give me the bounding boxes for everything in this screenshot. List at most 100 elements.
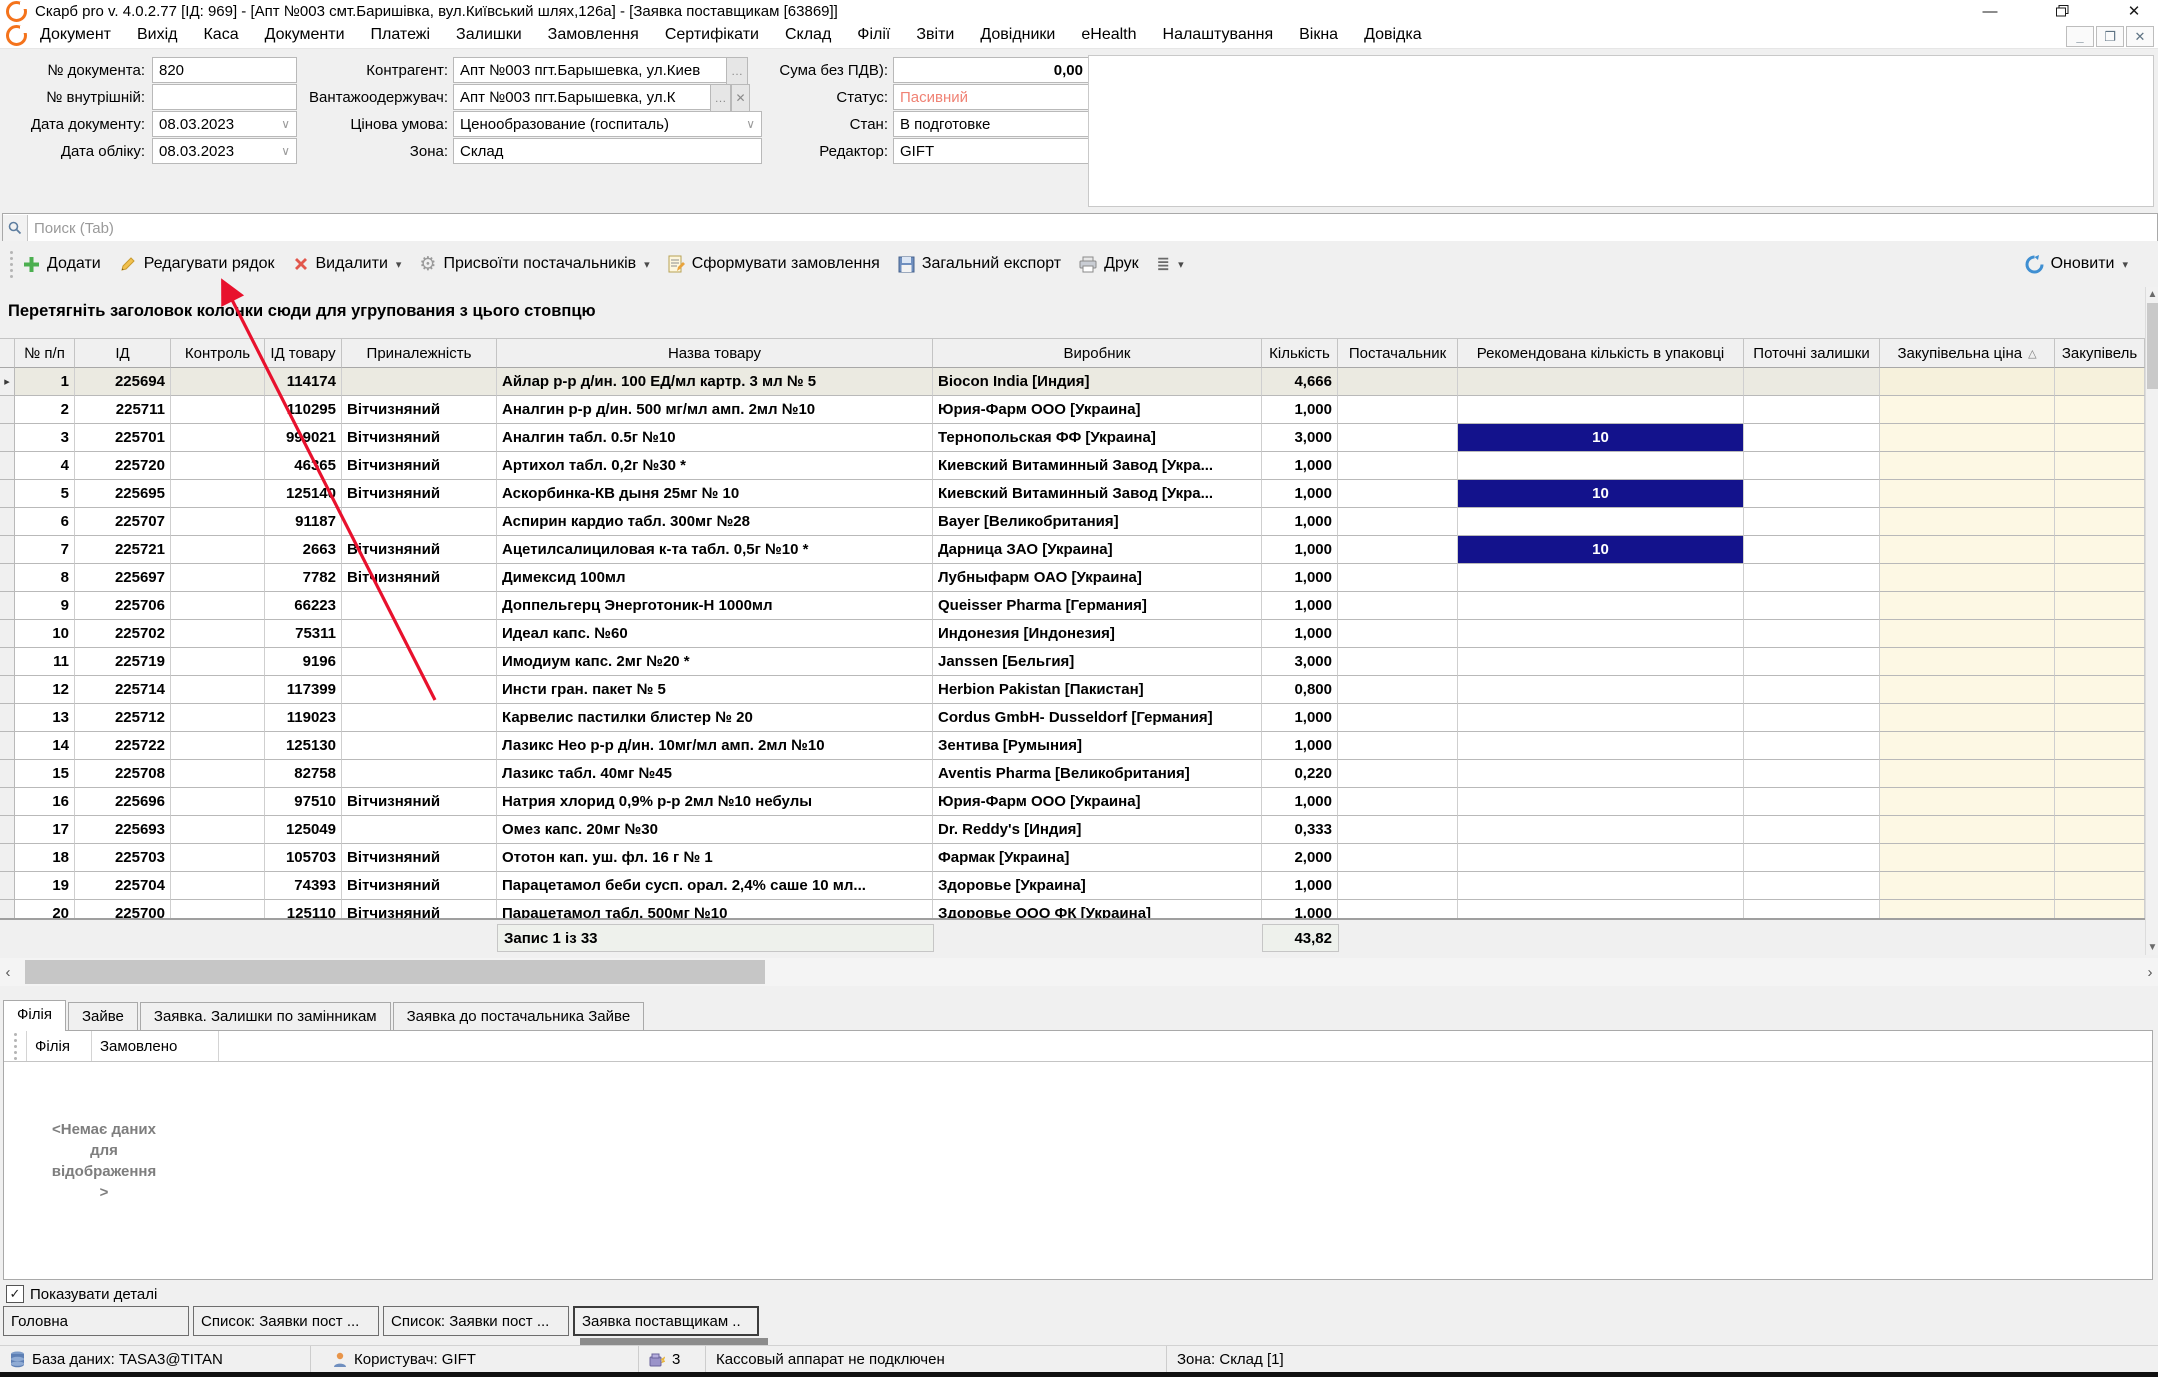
- cell-name[interactable]: Карвелис пастилки блистер № 20: [497, 704, 933, 732]
- cell-post[interactable]: [1338, 676, 1458, 704]
- cell-vyr[interactable]: Dr. Reddy's [Индия]: [933, 816, 1262, 844]
- column-header-zal[interactable]: Поточні залишки: [1744, 338, 1880, 368]
- cell-zal[interactable]: [1744, 592, 1880, 620]
- cell-n[interactable]: 9: [15, 592, 75, 620]
- cell-price[interactable]: [1880, 452, 2055, 480]
- cell-n[interactable]: 6: [15, 508, 75, 536]
- cell-price[interactable]: [1880, 480, 2055, 508]
- cell-id[interactable]: 225701: [75, 424, 171, 452]
- cell-id[interactable]: 225722: [75, 732, 171, 760]
- cell-vyr[interactable]: Юрия-Фарм ООО [Украина]: [933, 788, 1262, 816]
- cell-qty[interactable]: 1,000: [1262, 396, 1338, 424]
- scroll-left-icon[interactable]: ‹: [0, 958, 16, 986]
- cell-price[interactable]: [1880, 536, 2055, 564]
- restore-icon[interactable]: [2052, 2, 2072, 20]
- consignee-input[interactable]: Апт №003 пгт.Барышевка, ул.К: [453, 84, 723, 110]
- cell-prin[interactable]: Вітчизняний: [342, 536, 497, 564]
- cell-tovar[interactable]: 114174: [265, 368, 342, 396]
- cell-tovar[interactable]: 75311: [265, 620, 342, 648]
- cell-price[interactable]: [1880, 368, 2055, 396]
- cell-rec[interactable]: [1458, 872, 1744, 900]
- cell-tovar[interactable]: 125110: [265, 900, 342, 918]
- cell-tovar[interactable]: 74393: [265, 872, 342, 900]
- table-row[interactable]: 922570666223Доппельгерц Энерготоник-Н 10…: [0, 592, 2145, 620]
- cell-vyr[interactable]: Biocon India [Индия]: [933, 368, 1262, 396]
- cell-rec[interactable]: [1458, 508, 1744, 536]
- cell-id[interactable]: 225719: [75, 648, 171, 676]
- cell-rec[interactable]: [1458, 564, 1744, 592]
- cell-post[interactable]: [1338, 788, 1458, 816]
- search-icon[interactable]: [3, 215, 28, 241]
- table-row[interactable]: 5225695125140ВітчизнянийАскорбинка-КВ ды…: [0, 480, 2145, 508]
- cell-name[interactable]: Парацетамол табл. 500мг №10: [497, 900, 933, 918]
- cell-n[interactable]: 11: [15, 648, 75, 676]
- cell-tovar[interactable]: 117399: [265, 676, 342, 704]
- cell-price[interactable]: [1880, 816, 2055, 844]
- scroll-down-icon[interactable]: ▼: [2146, 940, 2158, 955]
- cell-post[interactable]: [1338, 536, 1458, 564]
- cell-rec[interactable]: 10: [1458, 424, 1744, 452]
- cell-prin[interactable]: [342, 592, 497, 620]
- cell-qty[interactable]: 1,000: [1262, 788, 1338, 816]
- cell-id[interactable]: 225712: [75, 704, 171, 732]
- cell-vyr[interactable]: Здоровье ООО ФК [Украина]: [933, 900, 1262, 918]
- cell-control[interactable]: [171, 788, 265, 816]
- cell-rec[interactable]: [1458, 732, 1744, 760]
- notes-memo[interactable]: [1088, 55, 2154, 207]
- cell-name[interactable]: Лазикс Нео р-р д/ин. 10мг/мл амп. 2мл №1…: [497, 732, 933, 760]
- detail-tab-1[interactable]: Зайве: [68, 1002, 138, 1031]
- cell-control[interactable]: [171, 536, 265, 564]
- cell-prin[interactable]: Вітчизняний: [342, 844, 497, 872]
- cell-price2[interactable]: [2055, 816, 2145, 844]
- cell-price2[interactable]: [2055, 732, 2145, 760]
- mdi-close-icon[interactable]: ✕: [2126, 26, 2154, 47]
- table-row[interactable]: 422572046365ВітчизнянийАртихол табл. 0,2…: [0, 452, 2145, 480]
- table-row[interactable]: 82256977782ВітчизнянийДимексид 100млЛубн…: [0, 564, 2145, 592]
- cell-price2[interactable]: [2055, 620, 2145, 648]
- cell-zal[interactable]: [1744, 564, 1880, 592]
- horizontal-scrollbar[interactable]: ‹ ›: [0, 958, 2158, 986]
- cell-rec[interactable]: [1458, 676, 1744, 704]
- cell-n[interactable]: 10: [15, 620, 75, 648]
- assign-suppliers-button[interactable]: ⚙ Присвоїти постачальників▾: [419, 255, 649, 274]
- cell-tovar[interactable]: 105703: [265, 844, 342, 872]
- cell-id[interactable]: 225711: [75, 396, 171, 424]
- cell-zal[interactable]: [1744, 872, 1880, 900]
- cell-n[interactable]: 3: [15, 424, 75, 452]
- cell-prin[interactable]: [342, 760, 497, 788]
- cell-price[interactable]: [1880, 620, 2055, 648]
- menu-item-Довідка[interactable]: Довідка: [1351, 24, 1435, 46]
- cell-prin[interactable]: [342, 620, 497, 648]
- cell-rec[interactable]: [1458, 452, 1744, 480]
- cell-control[interactable]: [171, 480, 265, 508]
- dropdown-arrow-icon[interactable]: ▾: [1178, 258, 1184, 271]
- cell-post[interactable]: [1338, 452, 1458, 480]
- cell-n[interactable]: 16: [15, 788, 75, 816]
- cell-name[interactable]: Аналгин табл. 0.5г №10: [497, 424, 933, 452]
- cell-price[interactable]: [1880, 592, 2055, 620]
- cell-n[interactable]: 19: [15, 872, 75, 900]
- cell-control[interactable]: [171, 872, 265, 900]
- cell-vyr[interactable]: Queisser Pharma [Германия]: [933, 592, 1262, 620]
- cell-control[interactable]: [171, 816, 265, 844]
- cell-tovar[interactable]: 119023: [265, 704, 342, 732]
- cell-qty[interactable]: 1,000: [1262, 900, 1338, 918]
- cell-id[interactable]: 225702: [75, 620, 171, 648]
- cell-name[interactable]: Ацетилсалициловая к-та табл. 0,5г №10 *: [497, 536, 933, 564]
- cell-vyr[interactable]: Cordus GmbH- Dusseldorf [Германия]: [933, 704, 1262, 732]
- cell-price[interactable]: [1880, 648, 2055, 676]
- column-header-qty[interactable]: Кількість: [1262, 338, 1338, 368]
- cell-n[interactable]: 18: [15, 844, 75, 872]
- cell-post[interactable]: [1338, 872, 1458, 900]
- column-header-id[interactable]: ІД: [75, 338, 171, 368]
- table-row[interactable]: 18225703105703ВітчизнянийОтотон кап. уш.…: [0, 844, 2145, 872]
- cell-name[interactable]: Димексид 100мл: [497, 564, 933, 592]
- table-row[interactable]: 12225714117399Инсти гран. пакет № 5Herbi…: [0, 676, 2145, 704]
- cell-n[interactable]: 5: [15, 480, 75, 508]
- cell-name[interactable]: Доппельгерц Энерготоник-Н 1000мл: [497, 592, 933, 620]
- form-order-button[interactable]: Сформувати замовлення: [668, 255, 880, 273]
- search-bar[interactable]: Поиск (Tab): [2, 213, 2158, 243]
- menu-item-Каса[interactable]: Каса: [190, 24, 251, 46]
- cell-post[interactable]: [1338, 480, 1458, 508]
- vertical-scroll-thumb[interactable]: [2147, 303, 2158, 389]
